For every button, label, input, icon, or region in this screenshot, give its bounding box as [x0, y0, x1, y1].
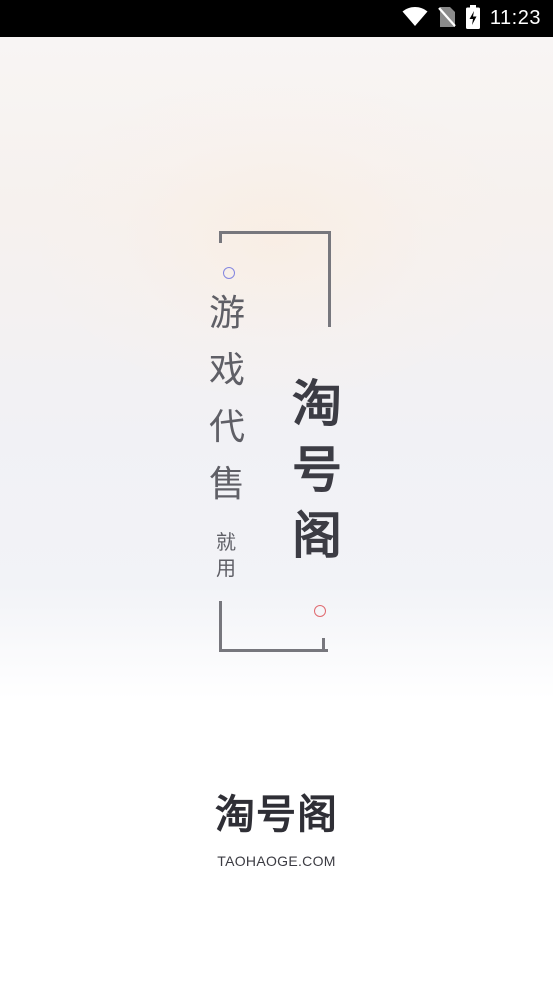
slogan-column: 游 戏 代 售	[202, 285, 252, 513]
wifi-icon	[402, 6, 428, 31]
battery-charging-icon	[465, 4, 480, 33]
status-bar: 11:23	[0, 0, 553, 37]
splash-screen: 游 戏 代 售 就 用 淘 号 阁 淘号阁 TAOHAOGE.COM	[0, 37, 553, 983]
brand-char: 号	[292, 441, 342, 499]
slogan-char: 代	[208, 407, 245, 448]
slogan-char: 戏	[208, 350, 245, 391]
slogan-char: 游	[208, 293, 245, 334]
status-time: 11:23	[489, 7, 541, 29]
red-ring-icon	[314, 605, 326, 617]
brand-name-column: 淘 号 阁	[284, 371, 350, 569]
small-slogan-column: 就 用	[211, 529, 241, 581]
brand-char: 阁	[292, 507, 342, 565]
frame-bottom-left-corner	[219, 601, 328, 652]
logo-wordmark: 淘号阁	[215, 792, 338, 838]
small-slogan-char: 就	[216, 530, 236, 554]
bottom-logo: 淘号阁	[0, 789, 553, 841]
small-slogan-char: 用	[216, 556, 236, 580]
no-sim-icon	[438, 6, 456, 32]
slogan-char: 售	[208, 464, 245, 505]
frame-bottom-right-stub	[322, 638, 325, 652]
website-domain: TAOHAOGE.COM	[217, 853, 336, 869]
status-icons: 11:23	[402, 0, 541, 37]
frame-top-left-stub	[219, 231, 222, 243]
blue-ring-icon	[223, 267, 235, 279]
brand-char: 淘	[292, 375, 342, 433]
